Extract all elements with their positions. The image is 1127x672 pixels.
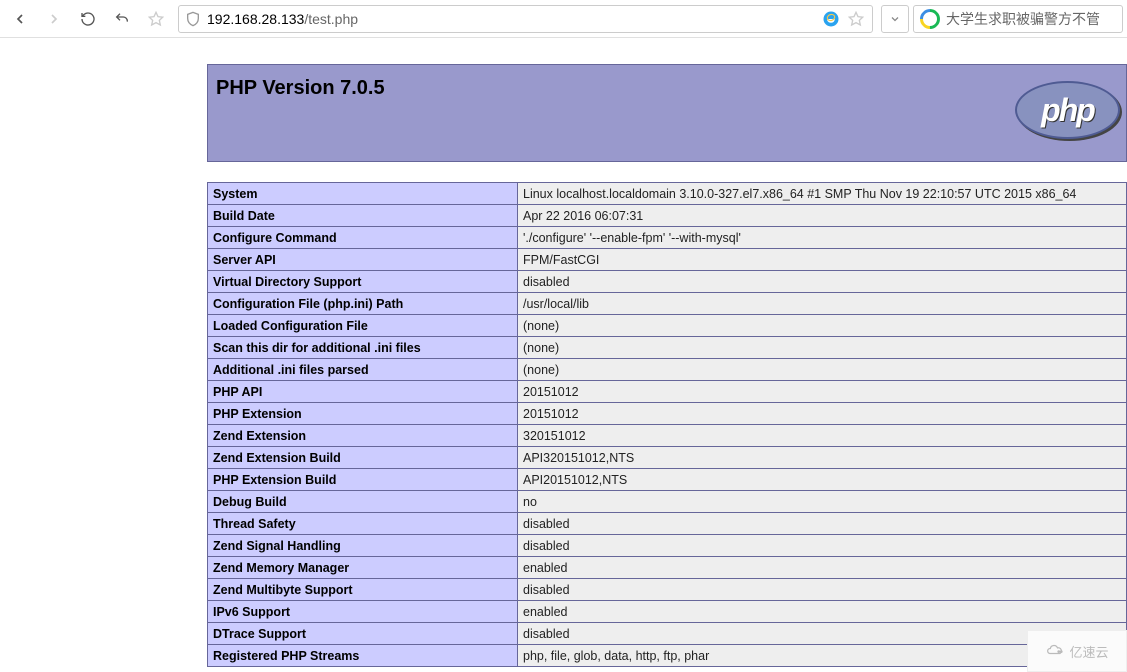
table-row: PHP Extension20151012 bbox=[208, 403, 1127, 425]
info-key: Zend Memory Manager bbox=[208, 557, 518, 579]
table-row: PHP Extension BuildAPI20151012,NTS bbox=[208, 469, 1127, 491]
info-value: 20151012 bbox=[518, 381, 1127, 403]
info-key: IPv6 Support bbox=[208, 601, 518, 623]
search-engine-icon bbox=[920, 9, 940, 29]
table-row: PHP API20151012 bbox=[208, 381, 1127, 403]
table-row: Additional .ini files parsed(none) bbox=[208, 359, 1127, 381]
table-row: Zend Signal Handlingdisabled bbox=[208, 535, 1127, 557]
table-row: Debug Buildno bbox=[208, 491, 1127, 513]
info-value: FPM/FastCGI bbox=[518, 249, 1127, 271]
info-value: disabled bbox=[518, 513, 1127, 535]
bookmark-button[interactable] bbox=[140, 3, 172, 35]
forward-button[interactable] bbox=[38, 3, 70, 35]
table-row: Build DateApr 22 2016 06:07:31 bbox=[208, 205, 1127, 227]
info-value: (none) bbox=[518, 315, 1127, 337]
info-key: Zend Extension Build bbox=[208, 447, 518, 469]
info-key: PHP API bbox=[208, 381, 518, 403]
table-row: Zend Memory Managerenabled bbox=[208, 557, 1127, 579]
info-value: 20151012 bbox=[518, 403, 1127, 425]
info-key: Virtual Directory Support bbox=[208, 271, 518, 293]
info-value: enabled bbox=[518, 557, 1127, 579]
table-row: Zend Multibyte Supportdisabled bbox=[208, 579, 1127, 601]
table-row: Registered PHP Streamsphp, file, glob, d… bbox=[208, 645, 1127, 667]
info-value: enabled bbox=[518, 601, 1127, 623]
info-value: Apr 22 2016 06:07:31 bbox=[518, 205, 1127, 227]
info-key: Zend Multibyte Support bbox=[208, 579, 518, 601]
fav-star-icon[interactable] bbox=[846, 3, 866, 35]
address-bar[interactable]: 192.168.28.133/test.php bbox=[178, 5, 873, 33]
table-row: IPv6 Supportenabled bbox=[208, 601, 1127, 623]
table-row: Zend Extension320151012 bbox=[208, 425, 1127, 447]
info-key: Thread Safety bbox=[208, 513, 518, 535]
info-value: './configure' '--enable-fpm' '--with-mys… bbox=[518, 227, 1127, 249]
info-key: Configuration File (php.ini) Path bbox=[208, 293, 518, 315]
shield-icon bbox=[185, 11, 201, 27]
info-key: Loaded Configuration File bbox=[208, 315, 518, 337]
url-text: 192.168.28.133/test.php bbox=[207, 11, 816, 27]
info-key: Server API bbox=[208, 249, 518, 271]
undo-button[interactable] bbox=[106, 3, 138, 35]
info-value: API320151012,NTS bbox=[518, 447, 1127, 469]
info-key: Zend Extension bbox=[208, 425, 518, 447]
table-row: Thread Safetydisabled bbox=[208, 513, 1127, 535]
info-key: Registered PHP Streams bbox=[208, 645, 518, 667]
info-key: PHP Extension bbox=[208, 403, 518, 425]
phpinfo-header: PHP Version 7.0.5 php bbox=[207, 64, 1127, 162]
info-key: Zend Signal Handling bbox=[208, 535, 518, 557]
info-value: disabled bbox=[518, 271, 1127, 293]
info-value: disabled bbox=[518, 579, 1127, 601]
info-value: no bbox=[518, 491, 1127, 513]
table-row: Scan this dir for additional .ini files(… bbox=[208, 337, 1127, 359]
info-value: API20151012,NTS bbox=[518, 469, 1127, 491]
info-key: Debug Build bbox=[208, 491, 518, 513]
info-value: (none) bbox=[518, 359, 1127, 381]
info-key: System bbox=[208, 183, 518, 205]
table-row: Configure Command'./configure' '--enable… bbox=[208, 227, 1127, 249]
info-key: Additional .ini files parsed bbox=[208, 359, 518, 381]
table-row: Configuration File (php.ini) Path/usr/lo… bbox=[208, 293, 1127, 315]
browser-toolbar: 192.168.28.133/test.php 大学生求职被骗警方不管 bbox=[0, 0, 1127, 38]
info-value: (none) bbox=[518, 337, 1127, 359]
search-placeholder: 大学生求职被骗警方不管 bbox=[946, 9, 1100, 29]
table-row: Zend Extension BuildAPI320151012,NTS bbox=[208, 447, 1127, 469]
page-title: PHP Version 7.0.5 bbox=[216, 65, 385, 100]
table-row: SystemLinux localhost.localdomain 3.10.0… bbox=[208, 183, 1127, 205]
info-key: PHP Extension Build bbox=[208, 469, 518, 491]
info-value: /usr/local/lib bbox=[518, 293, 1127, 315]
info-key: Build Date bbox=[208, 205, 518, 227]
table-row: DTrace Supportdisabled bbox=[208, 623, 1127, 645]
url-dropdown[interactable] bbox=[881, 5, 909, 33]
phpinfo-table: SystemLinux localhost.localdomain 3.10.0… bbox=[207, 182, 1127, 667]
reload-button[interactable] bbox=[72, 3, 104, 35]
table-row: Virtual Directory Supportdisabled bbox=[208, 271, 1127, 293]
table-row: Loaded Configuration File(none) bbox=[208, 315, 1127, 337]
table-row: Server APIFPM/FastCGI bbox=[208, 249, 1127, 271]
watermark: 亿速云 bbox=[1027, 630, 1127, 672]
back-button[interactable] bbox=[4, 3, 36, 35]
info-value: 320151012 bbox=[518, 425, 1127, 447]
search-box[interactable]: 大学生求职被骗警方不管 bbox=[913, 5, 1123, 33]
info-key: Scan this dir for additional .ini files bbox=[208, 337, 518, 359]
php-logo: php bbox=[1015, 81, 1120, 139]
compat-ie-icon[interactable] bbox=[822, 10, 840, 28]
page-content: PHP Version 7.0.5 php SystemLinux localh… bbox=[0, 38, 1127, 672]
info-value: disabled bbox=[518, 535, 1127, 557]
info-value: Linux localhost.localdomain 3.10.0-327.e… bbox=[518, 183, 1127, 205]
info-key: DTrace Support bbox=[208, 623, 518, 645]
info-key: Configure Command bbox=[208, 227, 518, 249]
